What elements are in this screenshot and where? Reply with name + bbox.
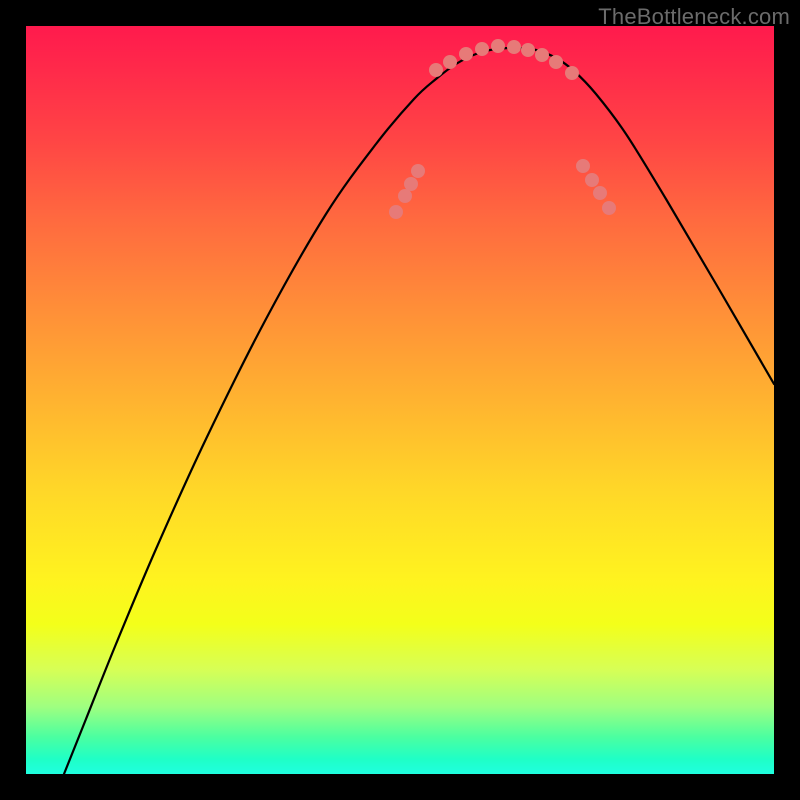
marker-dot: [459, 47, 473, 61]
marker-dot: [576, 159, 590, 173]
marker-dot: [535, 48, 549, 62]
marker-dot: [507, 40, 521, 54]
marker-dot: [602, 201, 616, 215]
marker-dot: [475, 42, 489, 56]
gradient-plot-area: [26, 26, 774, 774]
plot-svg: [26, 26, 774, 774]
marker-group: [389, 39, 616, 219]
chart-stage: TheBottleneck.com: [0, 0, 800, 800]
marker-dot: [389, 205, 403, 219]
marker-dot: [429, 63, 443, 77]
marker-dot: [404, 177, 418, 191]
marker-dot: [593, 186, 607, 200]
bottleneck-curve: [64, 48, 774, 774]
marker-dot: [443, 55, 457, 69]
marker-dot: [585, 173, 599, 187]
marker-dot: [411, 164, 425, 178]
marker-dot: [491, 39, 505, 53]
marker-dot: [565, 66, 579, 80]
marker-dot: [398, 189, 412, 203]
marker-dot: [521, 43, 535, 57]
marker-dot: [549, 55, 563, 69]
